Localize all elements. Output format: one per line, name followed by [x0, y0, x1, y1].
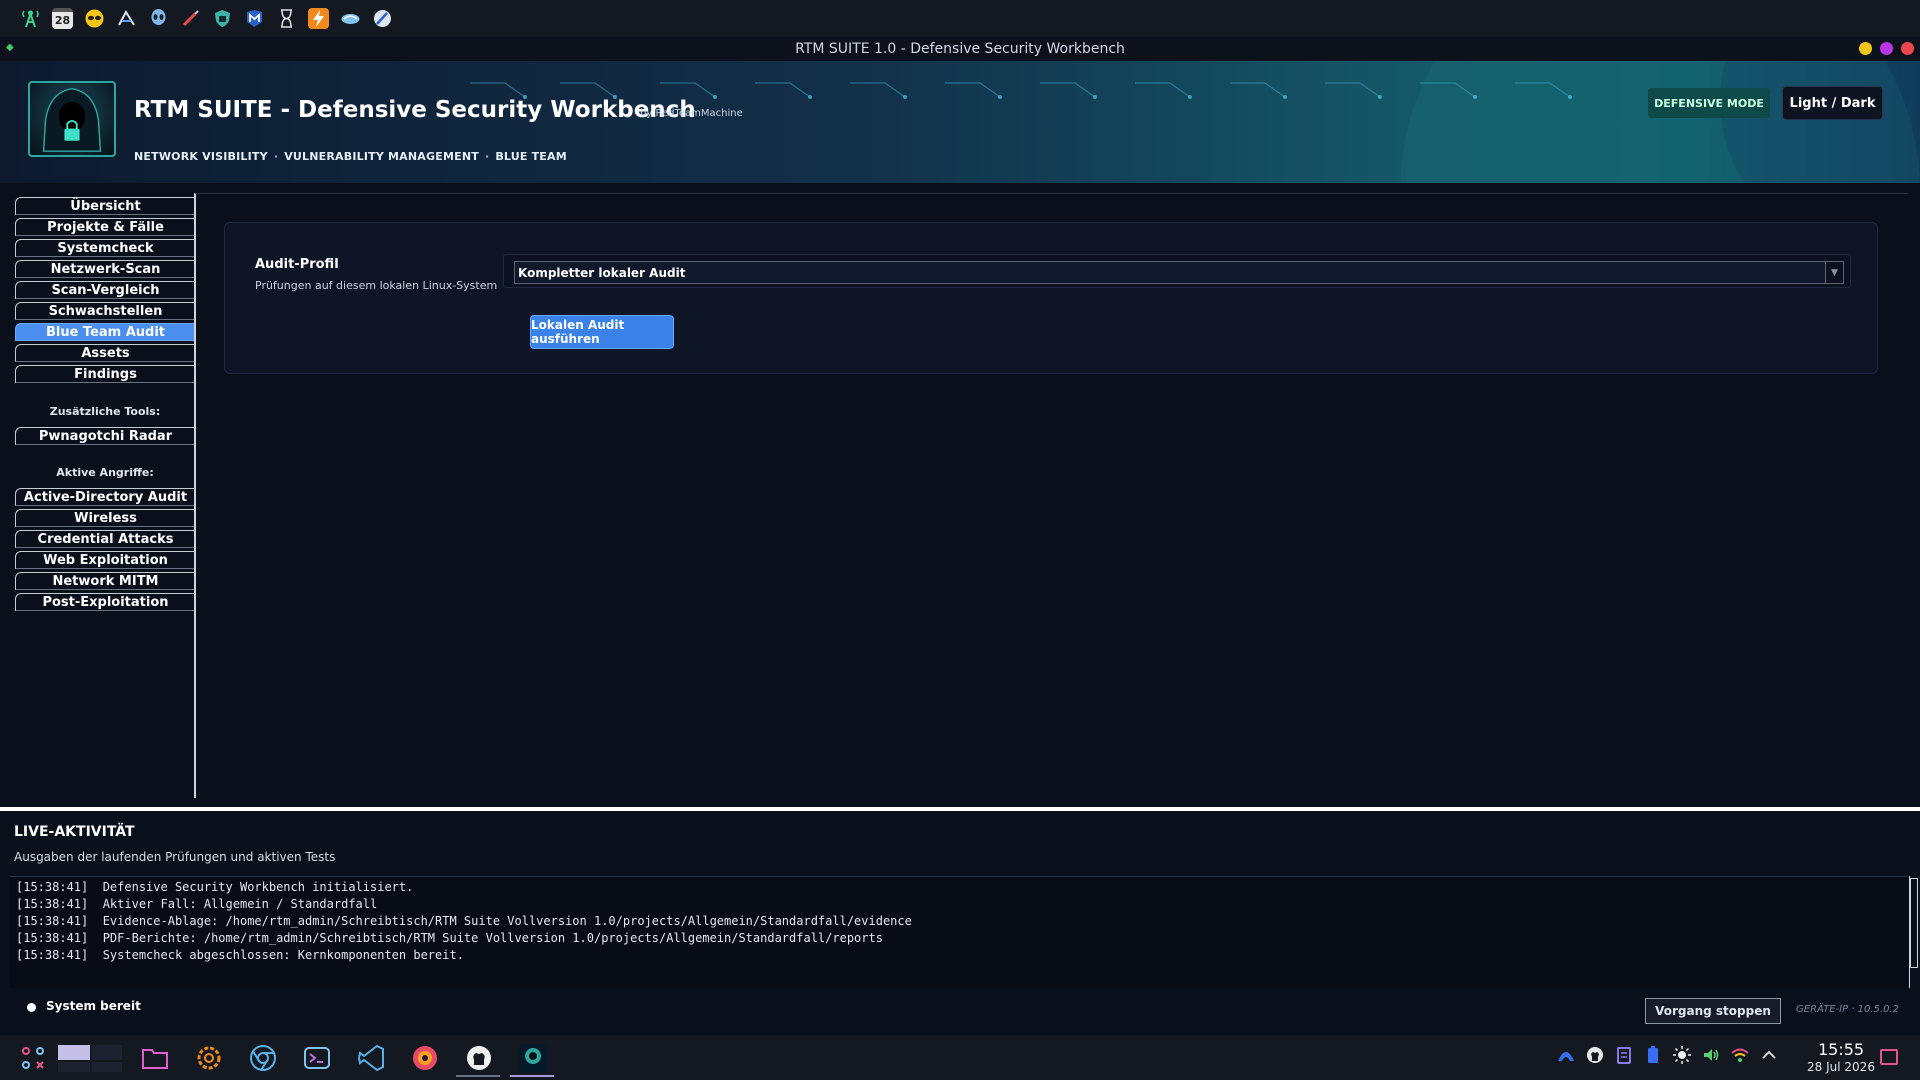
chrome-icon[interactable]: [244, 1039, 282, 1077]
calendar-icon[interactable]: 28: [52, 8, 73, 29]
log-line: [15:38:41] Aktiver Fall: Allgemein / Sta…: [16, 897, 378, 911]
subtitle-item: BLUE TEAM: [495, 150, 567, 163]
active-app-indicator: [510, 1075, 554, 1077]
sidebar-item-projekte[interactable]: Projekte & Fälle: [15, 218, 195, 236]
sidebar-item-findings[interactable]: Findings: [15, 365, 195, 383]
sidebar-item-assets[interactable]: Assets: [15, 344, 195, 362]
maximize-button[interactable]: [1880, 42, 1893, 55]
device-ip-label: GERÄTE-IP · 10.5.0.2: [1796, 1004, 1900, 1015]
firefox-icon[interactable]: [406, 1039, 444, 1077]
active-app-indicator: [456, 1075, 500, 1077]
vpn-icon[interactable]: [1556, 1045, 1576, 1065]
subtitle-separator: ·: [484, 150, 490, 163]
brightness-icon[interactable]: [1672, 1045, 1692, 1065]
sidebar-item-wireless[interactable]: Wireless: [15, 509, 195, 527]
sidebar-item-pwnagotchi-radar[interactable]: Pwnagotchi Radar: [15, 427, 195, 445]
subtitle-item: NETWORK VISIBILITY: [134, 150, 268, 163]
sidebar-item-systemcheck[interactable]: Systemcheck: [15, 239, 195, 257]
run-local-audit-button[interactable]: Lokalen Audit ausführen: [530, 315, 674, 349]
by-line: by RedTeamMachine: [640, 108, 743, 119]
sidebar-tools-heading: Zusätzliche Tools:: [49, 405, 161, 418]
log-line: [15:38:41] Defensive Security Workbench …: [16, 880, 414, 894]
stop-process-button[interactable]: Vorgang stoppen: [1645, 998, 1781, 1024]
main-content-panel: Audit-Profil Prüfungen auf diesem lokale…: [194, 193, 1908, 798]
shield-icon[interactable]: [212, 8, 233, 29]
chevron-up-icon[interactable]: [1759, 1045, 1779, 1065]
metasploit-icon[interactable]: [244, 8, 265, 29]
github-desktop-icon[interactable]: [456, 1039, 500, 1077]
clock-date[interactable]: 28 Jul 2026: [1796, 1060, 1886, 1074]
top-system-panel: 28: [0, 0, 1920, 37]
lightning-icon[interactable]: [308, 8, 329, 29]
sidebar-item-web-exploitation[interactable]: Web Exploitation: [15, 551, 195, 569]
window-titlebar[interactable]: ◆ RTM SUITE 1.0 - Defensive Security Wor…: [0, 37, 1920, 61]
log-line: [15:38:41] Systemcheck abgeschlossen: Ke…: [16, 948, 464, 962]
page-title: RTM SUITE - Defensive Security Workbench: [134, 97, 696, 123]
live-activity-title: LIVE-AKTIVITÄT: [14, 824, 135, 840]
clock-time[interactable]: 15:55: [1806, 1040, 1876, 1059]
sidebar-item-credential-attacks[interactable]: Credential Attacks: [15, 530, 195, 548]
panel-divider[interactable]: [0, 807, 1920, 811]
sidebar-item-netzwerk-scan[interactable]: Netzwerk-Scan: [15, 260, 195, 278]
github-icon[interactable]: [1585, 1045, 1605, 1065]
sidebar-item-ad-audit[interactable]: Active-Directory Audit: [15, 488, 195, 506]
system-tray: [1556, 1045, 1779, 1065]
vscode-icon[interactable]: [352, 1039, 390, 1077]
log-line: [15:38:41] Evidence-Ablage: /home/rtm_ad…: [16, 914, 912, 928]
alien-face-icon[interactable]: [84, 8, 105, 29]
sidebar-attacks-heading: Aktive Angriffe:: [56, 466, 154, 479]
sidebar-item-blue-team-audit[interactable]: Blue Team Audit: [15, 323, 195, 341]
live-activity-description: Ausgaben der laufenden Prüfungen und akt…: [14, 850, 336, 864]
sidebar-item-schwachstellen[interactable]: Schwachstellen: [15, 302, 195, 320]
alien-head-icon[interactable]: [148, 8, 169, 29]
subtitle-separator: ·: [273, 150, 279, 163]
desktop-pager-icon[interactable]: [56, 1039, 124, 1077]
chevron-down-icon[interactable]: ▼: [1826, 261, 1844, 284]
status-indicator-icon: [27, 1003, 36, 1012]
live-log-output[interactable]: [15:38:41] Defensive Security Workbench …: [10, 876, 1908, 988]
wireshark-fin-icon[interactable]: [340, 8, 361, 29]
sidebar-nav: Übersicht Projekte & Fälle Systemcheck N…: [0, 183, 196, 803]
wifi-icon[interactable]: [1730, 1045, 1750, 1065]
status-text: System bereit: [46, 999, 141, 1013]
log-line: [15:38:41] PDF-Berichte: /home/rtm_admin…: [16, 931, 883, 945]
sidebar-item-post-exploitation[interactable]: Post-Exploitation: [15, 593, 195, 611]
audit-profile-select-wrapper: Kompletter lokaler Audit ▼: [503, 254, 1851, 288]
syringe-icon[interactable]: [180, 8, 201, 29]
burpsuite-icon[interactable]: [116, 8, 137, 29]
hooded-hacker-logo: [28, 81, 116, 157]
sidebar-item-scan-vergleich[interactable]: Scan-Vergleich: [15, 281, 195, 299]
window-title: RTM SUITE 1.0 - Defensive Security Workb…: [795, 41, 1125, 57]
file-manager-icon[interactable]: [136, 1039, 174, 1077]
header-subtitle: NETWORK VISIBILITY · VULNERABILITY MANAG…: [134, 150, 567, 163]
app-launcher-icon[interactable]: [14, 1039, 52, 1077]
battery-icon[interactable]: [1643, 1045, 1663, 1065]
window-controls: [1859, 42, 1914, 55]
subtitle-item: VULNERABILITY MANAGEMENT: [284, 150, 479, 163]
notifications-icon[interactable]: [1880, 1049, 1898, 1065]
audit-profile-card: Audit-Profil Prüfungen auf diesem lokale…: [224, 222, 1878, 374]
app-header: RTM SUITE - Defensive Security Workbench…: [0, 61, 1920, 183]
audit-profile-label: Audit-Profil: [255, 257, 339, 272]
rtm-suite-icon[interactable]: [510, 1039, 554, 1077]
taskbar: 15:55 28 Jul 2026: [0, 1035, 1920, 1080]
theme-toggle-button[interactable]: Light / Dark: [1782, 86, 1883, 120]
clipboard-icon[interactable]: [1614, 1045, 1634, 1065]
antenna-icon[interactable]: [20, 8, 41, 29]
log-scrollbar[interactable]: [1909, 876, 1918, 988]
hourglass-icon[interactable]: [276, 8, 297, 29]
settings-icon[interactable]: [190, 1039, 228, 1077]
defensive-mode-badge: DEFENSIVE MODE: [1648, 88, 1770, 118]
sidebar-item-network-mitm[interactable]: Network MITM: [15, 572, 195, 590]
globe-wrench-icon[interactable]: [372, 8, 393, 29]
minimize-button[interactable]: [1859, 42, 1872, 55]
terminal-icon[interactable]: [298, 1039, 336, 1077]
audit-profile-description: Prüfungen auf diesem lokalen Linux-Syste…: [255, 279, 498, 292]
close-button[interactable]: [1901, 42, 1914, 55]
app-window-icon[interactable]: ◆: [6, 42, 14, 53]
volume-icon[interactable]: [1701, 1045, 1721, 1065]
audit-profile-select[interactable]: Kompletter lokaler Audit: [514, 261, 1826, 284]
log-scrollbar-thumb[interactable]: [1910, 878, 1918, 968]
sidebar-item-uebersicht[interactable]: Übersicht: [15, 197, 195, 215]
